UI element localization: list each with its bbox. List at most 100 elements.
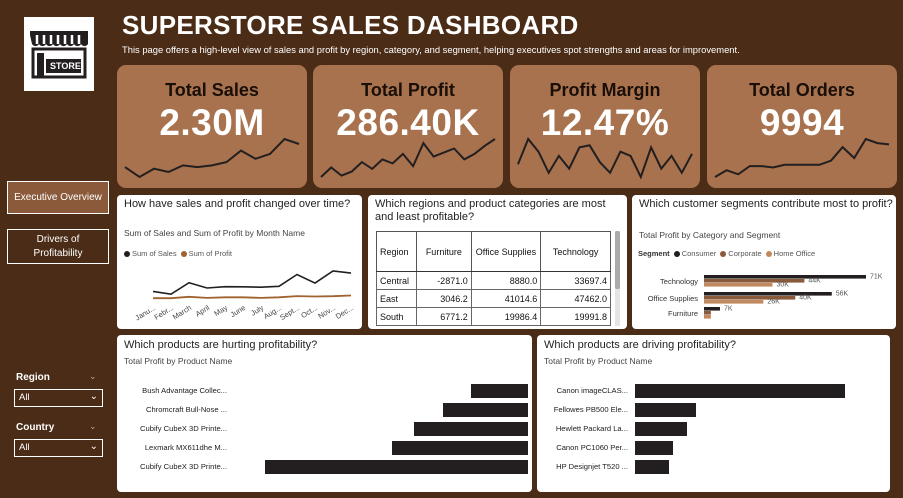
product-label: Cubify CubeX 3D Printe... bbox=[140, 424, 227, 433]
kpi-card-profit-margin: Profit Margin 12.47% bbox=[510, 65, 700, 188]
product-bar[interactable] bbox=[442, 403, 528, 417]
x-tick-label: June bbox=[229, 303, 247, 319]
segment-bar bbox=[704, 311, 711, 315]
product-bar[interactable] bbox=[635, 460, 670, 474]
category-label: Furniture bbox=[668, 309, 698, 318]
product-label: Canon PC1060 Per... bbox=[556, 443, 628, 452]
x-tick-label: March bbox=[171, 303, 193, 322]
country-select-value: All bbox=[19, 442, 30, 453]
kpi-label: Total Sales bbox=[165, 80, 259, 100]
kpi-value: 12.47% bbox=[540, 102, 670, 143]
chevron-down-icon: ⌄ bbox=[89, 391, 98, 402]
table-row: South 6771.2 19986.4 19991.8 bbox=[376, 307, 611, 326]
kpi-label: Profit Margin bbox=[549, 80, 661, 100]
table-cell: 6771.2 bbox=[415, 307, 472, 326]
panel-question: Which regions and product categories are… bbox=[375, 198, 606, 223]
category-label: Office Supplies bbox=[648, 294, 699, 303]
table-cell: 41014.6 bbox=[470, 289, 542, 308]
product-label: Bush Advantage Collec... bbox=[142, 386, 227, 395]
segment-bar bbox=[704, 279, 805, 283]
table-scrollbar[interactable] bbox=[615, 231, 620, 326]
product-label: HP Designjet T520 ... bbox=[556, 462, 628, 471]
data-label: 40K bbox=[799, 295, 812, 302]
region-select-value: All bbox=[19, 392, 30, 403]
product-label: Cubify CubeX 3D Printe... bbox=[140, 462, 227, 471]
x-tick-label: April bbox=[194, 303, 212, 319]
sidebar: STORE Executive Overview Drivers of Prof… bbox=[0, 0, 116, 492]
nav-executive-overview-label: Executive Overview bbox=[14, 191, 102, 203]
table-header-row: Region Furniture Office Supplies Technol… bbox=[376, 231, 611, 272]
kpi-card-total-orders: Total Orders 9994 bbox=[707, 65, 897, 188]
category-label: Technology bbox=[660, 277, 698, 286]
data-label: 7K bbox=[724, 306, 733, 313]
region-collapse-chevron-icon[interactable]: ⌄ bbox=[89, 371, 97, 382]
kpi-value: 9994 bbox=[759, 102, 845, 143]
segment-bar bbox=[704, 315, 711, 319]
nav-drivers-label-line2: Profitability bbox=[33, 247, 83, 259]
product-bar[interactable] bbox=[635, 403, 696, 417]
segment-bar bbox=[704, 307, 720, 311]
trend-line-chart: Janu...Febr...March April May June JulyAug..… bbox=[133, 270, 355, 322]
product-bar[interactable] bbox=[392, 441, 528, 455]
table-cell: 19986.4 bbox=[470, 307, 542, 326]
product-label: Chromcraft Bull-Nose ... bbox=[145, 405, 227, 414]
column-header[interactable]: Furniture bbox=[415, 231, 472, 272]
sparkline-line bbox=[714, 137, 890, 178]
data-label: 30K bbox=[776, 282, 789, 289]
panel-products-driving: Which products are driving profitability… bbox=[537, 335, 890, 492]
nav-executive-overview-button[interactable]: Executive Overview bbox=[7, 181, 109, 214]
data-label: 71K bbox=[870, 274, 883, 281]
product-label: Hewlett Packard La... bbox=[555, 424, 628, 433]
column-header[interactable]: Office Supplies bbox=[470, 231, 542, 272]
table-row: Central -2871.0 8880.0 33697.4 bbox=[376, 271, 611, 290]
kpi-card-total-profit: Total Profit 286.40K bbox=[313, 65, 503, 188]
store-logo-text: STORE bbox=[50, 61, 81, 71]
product-bar[interactable] bbox=[635, 384, 845, 398]
country-select[interactable]: All ⌄ bbox=[14, 439, 103, 457]
data-label: 44K bbox=[808, 278, 821, 285]
panel-subtitle: Total Profit by Product Name bbox=[124, 356, 233, 366]
table-cell: -2871.0 bbox=[415, 271, 472, 290]
product-bar[interactable] bbox=[635, 441, 674, 455]
nav-drivers-of-profitability-button[interactable]: Drivers of Profitability bbox=[7, 229, 109, 264]
segment-bar bbox=[704, 275, 866, 279]
product-bar[interactable] bbox=[265, 460, 528, 474]
product-label: Fellowes PB500 Ele... bbox=[553, 405, 628, 414]
x-tick-label: Dec... bbox=[334, 303, 355, 321]
table-row: East 3046.2 41014.6 47462.0 bbox=[376, 289, 611, 308]
store-icon bbox=[30, 31, 88, 79]
panel-customer-segments: Which customer segments contribute most … bbox=[632, 195, 896, 329]
sparkline-line bbox=[320, 138, 496, 178]
sales-series-line bbox=[152, 270, 352, 296]
product-bar[interactable] bbox=[635, 422, 687, 436]
region-category-profit-table: Region Furniture Office Supplies Technol… bbox=[376, 231, 611, 326]
table-cell: 3046.2 bbox=[415, 289, 472, 308]
segment-bar bbox=[704, 292, 832, 296]
kpi-label: Total Profit bbox=[361, 80, 455, 100]
column-header[interactable]: Technology bbox=[540, 231, 611, 272]
x-tick-label: May bbox=[212, 303, 229, 318]
table-cell: 33697.4 bbox=[540, 271, 611, 290]
data-label: 26K bbox=[767, 299, 780, 306]
table-cell: Central bbox=[376, 271, 417, 290]
scrollbar-thumb[interactable] bbox=[615, 231, 620, 289]
page-subtitle: This page offers a high-level view of sa… bbox=[122, 44, 740, 55]
x-tick-label: Nov... bbox=[316, 303, 337, 321]
table-cell: 19991.8 bbox=[540, 307, 611, 326]
panel-question: Which products are driving profitability… bbox=[544, 339, 736, 351]
page-title: SUPERSTORE SALES DASHBOARD bbox=[122, 10, 579, 40]
table-cell: East bbox=[376, 289, 417, 308]
column-header[interactable]: Region bbox=[376, 231, 417, 272]
x-tick-label: Oct... bbox=[299, 303, 319, 320]
kpi-value: 2.30M bbox=[159, 102, 265, 143]
kpi-label: Total Orders bbox=[749, 80, 855, 100]
product-bar[interactable] bbox=[470, 384, 528, 398]
country-filter-label: Country bbox=[16, 422, 55, 433]
region-select[interactable]: All ⌄ bbox=[14, 389, 103, 407]
product-bar[interactable] bbox=[414, 422, 528, 436]
product-label: Lexmark MX611dhe M... bbox=[144, 443, 227, 452]
region-filter-label: Region bbox=[16, 372, 50, 383]
country-collapse-chevron-icon[interactable]: ⌄ bbox=[89, 421, 97, 432]
nav-drivers-label-line1: Drivers of bbox=[36, 233, 80, 245]
segment-bar-chart: Technology 71K 44K 30K Office Supplies 56K 40K… bbox=[648, 274, 883, 319]
